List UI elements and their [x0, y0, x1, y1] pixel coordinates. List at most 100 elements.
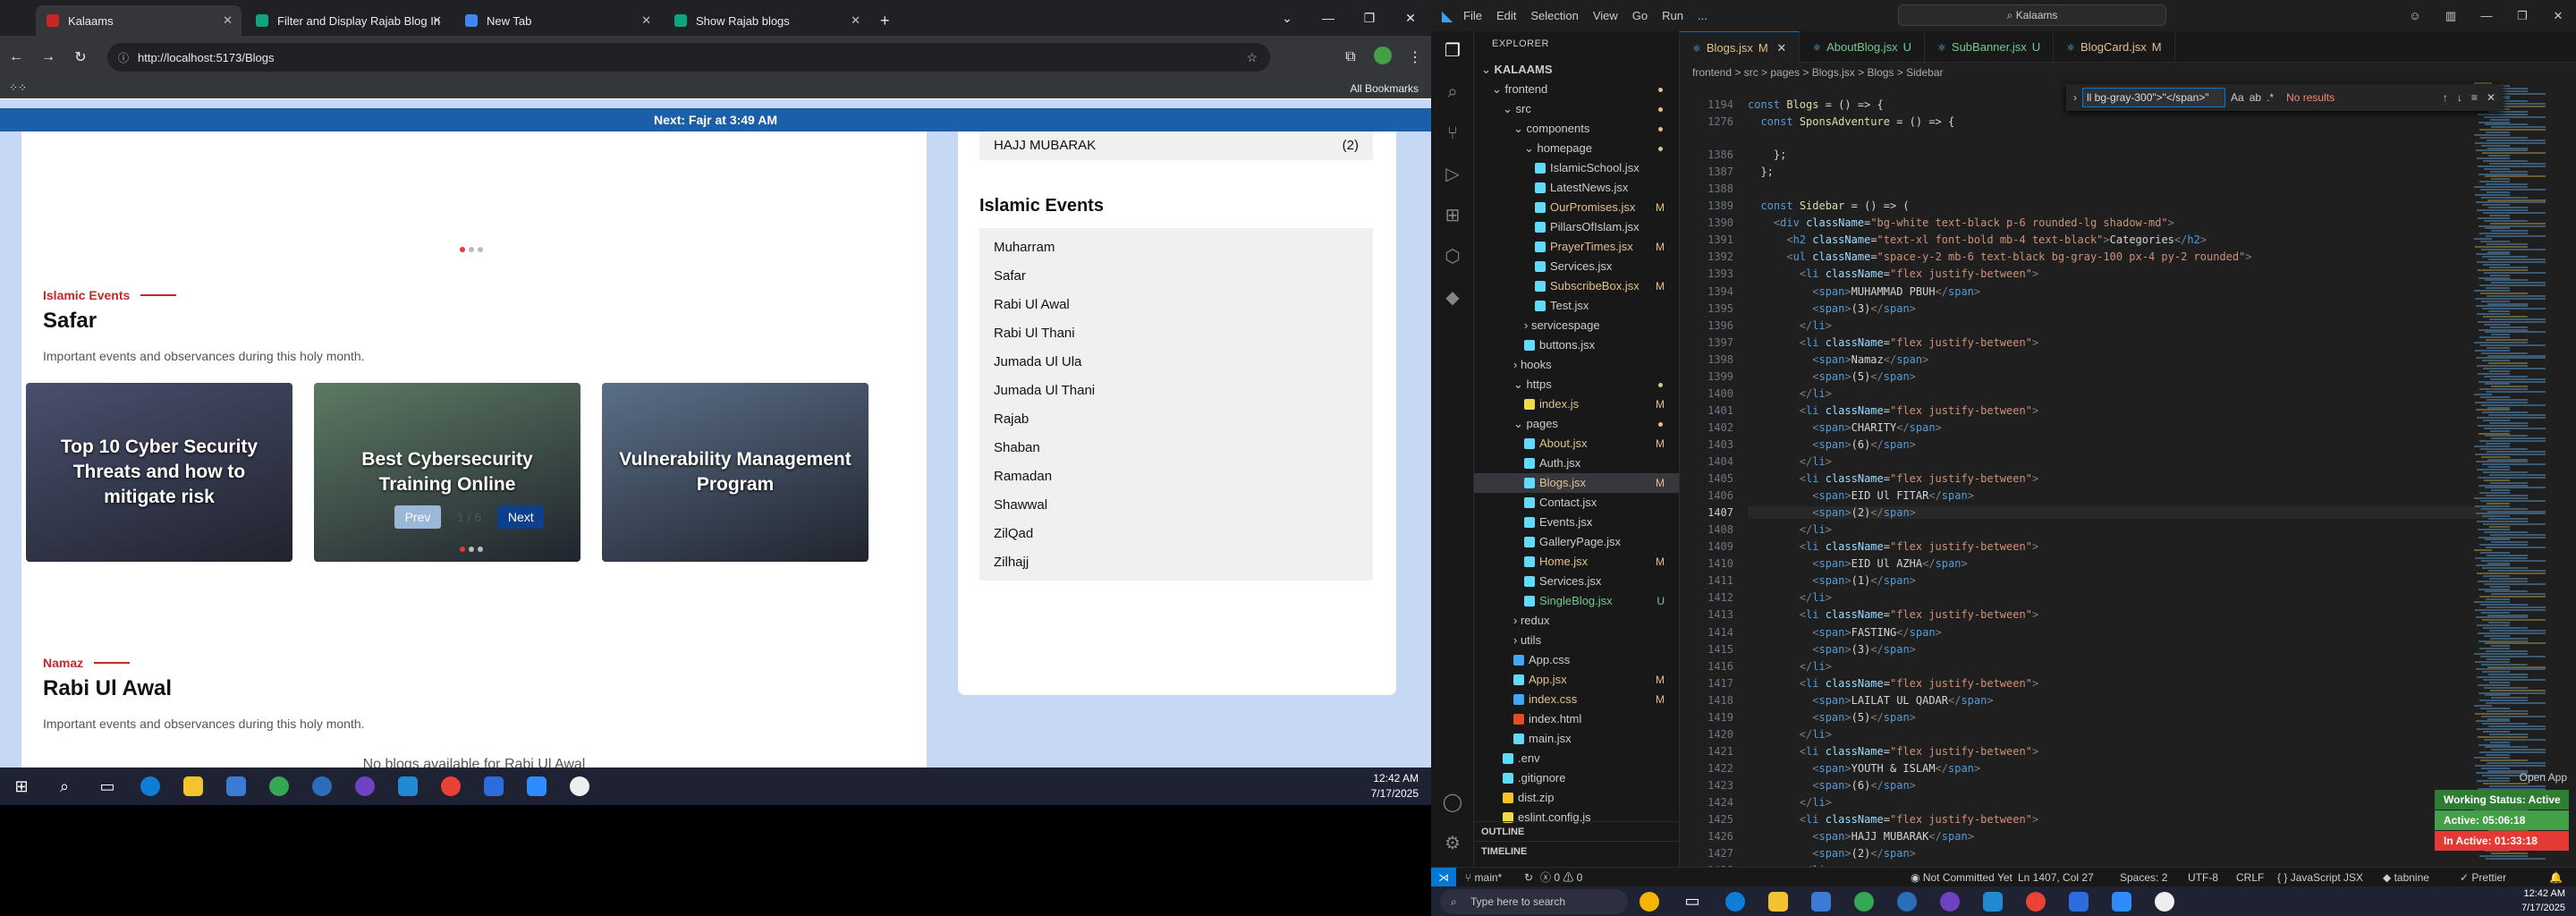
file-item[interactable]: index.js M — [1474, 394, 1679, 414]
tab-search-icon[interactable]: ⌄ — [1267, 11, 1308, 26]
code-line[interactable]: </li> — [1748, 455, 1832, 468]
file-item[interactable]: Events.jsx — [1474, 513, 1679, 532]
zoom-icon[interactable] — [2100, 886, 2143, 916]
event-row[interactable]: Ramadan — [979, 462, 1373, 491]
folder-item[interactable]: › servicespage — [1474, 316, 1679, 335]
extensions-icon[interactable]: ⊞ — [1442, 205, 1463, 226]
file-item[interactable]: About.jsx M — [1474, 434, 1679, 454]
code-line[interactable]: </li> — [1748, 523, 1832, 536]
edge-icon[interactable] — [129, 768, 172, 805]
code-line[interactable]: <span>(2)</span> — [1748, 506, 2499, 520]
account-icon[interactable]: ◯ — [1442, 792, 1463, 813]
previous-match-icon[interactable]: ↑ — [2443, 91, 2448, 104]
chrome-icon[interactable] — [258, 768, 301, 805]
github-desktop-icon[interactable] — [1928, 886, 1971, 916]
browser-tab[interactable]: New Tab ✕ — [454, 5, 660, 36]
chrome-icon[interactable] — [1843, 886, 1885, 916]
code-line[interactable]: <li className="flex justify-between"> — [1748, 336, 2038, 349]
file-item[interactable]: index.css M — [1474, 690, 1679, 709]
close-tab-icon[interactable]: ✕ — [641, 13, 651, 28]
code-line[interactable]: </li> — [1748, 319, 1832, 332]
code-line[interactable]: <span>(3)</span> — [1748, 302, 1916, 315]
emoji-widget-icon[interactable] — [1628, 886, 1671, 916]
search-icon[interactable]: ⌕ — [1442, 81, 1463, 103]
outline-section[interactable]: OUTLINE — [1474, 821, 1679, 841]
indentation[interactable]: Spaces: 2 — [2120, 868, 2167, 887]
github-desktop-icon[interactable] — [343, 768, 386, 805]
chrome-icon[interactable] — [2014, 886, 2057, 916]
app-icon[interactable] — [301, 768, 343, 805]
language-mode[interactable]: { } JavaScript JSX — [2277, 868, 2363, 887]
encoding[interactable]: UTF-8 — [2188, 868, 2218, 887]
reload-icon[interactable]: ↻ — [64, 48, 97, 66]
back-icon[interactable]: ← — [0, 49, 32, 65]
close-window-button[interactable]: ✕ — [2540, 9, 2576, 23]
sync-icon[interactable]: ↻ — [1524, 868, 1533, 887]
code-line[interactable]: <ul className="space-y-2 mb-6 text-black… — [1748, 250, 2251, 263]
vscode-icon[interactable] — [1971, 886, 2014, 916]
code-line[interactable]: <span>HAJJ MUBARAK</span> — [1748, 830, 1974, 843]
code-line[interactable]: <span>YOUTH & ISLAM</span> — [1748, 762, 1980, 775]
code-line[interactable]: <span>EID Ul FITAR</span> — [1748, 489, 1974, 502]
code-line[interactable]: <li className="flex justify-between"> — [1748, 404, 2038, 417]
folder-item[interactable]: ⌄ components — [1474, 119, 1679, 139]
prettier-status[interactable]: ✓ Prettier — [2460, 868, 2506, 887]
copilot-icon[interactable]: ☺ — [2397, 9, 2433, 22]
edge-icon[interactable] — [1714, 886, 1757, 916]
app-icon[interactable] — [2057, 886, 2100, 916]
editor-tab[interactable]: ⚛ SubBanner.jsx U — [1925, 31, 2055, 63]
code-line[interactable]: </li> — [1748, 387, 1832, 400]
file-item[interactable]: main.jsx — [1474, 729, 1679, 749]
settings-gear-icon[interactable]: ⚙ — [1442, 833, 1463, 854]
code-line[interactable]: </li> — [1748, 796, 1832, 809]
editor-tab[interactable]: ⚛ Blogs.jsx M ✕ — [1680, 31, 1801, 63]
file-item[interactable]: Contact.jsx — [1474, 493, 1679, 513]
code-line[interactable]: <span>(2)</span> — [1748, 847, 1916, 860]
explorer-icon[interactable]: ❐ — [1442, 40, 1463, 62]
all-bookmarks-link[interactable]: All Bookmarks — [1350, 82, 1419, 95]
prev-button[interactable]: Prev — [394, 505, 441, 529]
tabnine-status[interactable]: ◆ tabnine — [2383, 868, 2429, 887]
store-icon[interactable] — [1800, 886, 1843, 916]
event-row[interactable]: Zilhajj — [979, 548, 1373, 577]
next-match-icon[interactable]: ↓ — [2457, 91, 2462, 104]
task-view-icon[interactable]: ▭ — [86, 768, 129, 805]
menu-item[interactable]: Run — [1662, 9, 1683, 22]
carousel-dots[interactable] — [460, 547, 483, 552]
maximize-button[interactable]: ❐ — [1349, 11, 1390, 26]
minimize-button[interactable]: — — [1308, 11, 1349, 25]
app-icon[interactable] — [1885, 886, 1928, 916]
folder-item[interactable]: ⌄ homepage — [1474, 139, 1679, 158]
taskbar-clock[interactable]: 12:42 AM 7/17/2025 — [1371, 771, 1419, 802]
editor-tab[interactable]: ⚛ BlogCard.jsx M — [2054, 31, 2175, 63]
category-row[interactable]: HAJJ MUBARAK (2) — [979, 131, 1373, 160]
menu-item[interactable]: Selection — [1530, 9, 1578, 22]
code-line[interactable]: <li className="flex justify-between"> — [1748, 472, 2038, 485]
menu-item[interactable]: File — [1463, 9, 1482, 22]
profile-avatar[interactable] — [1367, 46, 1399, 69]
notifications-bell-icon[interactable]: 🔔 — [2549, 868, 2563, 887]
folder-item[interactable]: ⌄ KALAAMS — [1474, 60, 1679, 80]
code-line[interactable]: <span>(3)</span> — [1748, 643, 1916, 656]
code-line[interactable]: const Sidebar = () => ( — [1748, 199, 1909, 212]
menu-item[interactable]: ... — [1698, 9, 1707, 22]
minimap[interactable] — [2474, 82, 2563, 867]
file-item[interactable]: SingleBlog.jsx U — [1474, 591, 1679, 611]
extensions-icon[interactable]: ⧉ — [1335, 49, 1367, 65]
close-tab-icon[interactable]: ✕ — [432, 13, 442, 28]
taskbar-search-input[interactable]: ⌕ Type here to search — [1440, 888, 1628, 914]
code-line[interactable]: <li className="flex justify-between"> — [1748, 813, 2038, 826]
close-tab-icon[interactable]: ✕ — [1774, 41, 1786, 55]
code-line[interactable]: <span>MUHAMMAD PBUH</span> — [1748, 285, 1980, 298]
file-item[interactable]: buttons.jsx — [1474, 335, 1679, 355]
timeline-section[interactable]: TIMELINE — [1474, 841, 1679, 861]
folder-item[interactable]: › utils — [1474, 631, 1679, 650]
file-item[interactable]: Blogs.jsx M — [1474, 473, 1679, 493]
app-icon[interactable] — [472, 768, 515, 805]
next-button[interactable]: Next — [497, 505, 545, 529]
minimize-button[interactable]: — — [2469, 9, 2504, 22]
file-item[interactable]: Auth.jsx — [1474, 454, 1679, 473]
event-row[interactable]: Jumada Ul Ula — [979, 348, 1373, 377]
event-row[interactable]: Jumada Ul Thani — [979, 377, 1373, 405]
open-app-link[interactable]: Open App — [2520, 771, 2567, 784]
